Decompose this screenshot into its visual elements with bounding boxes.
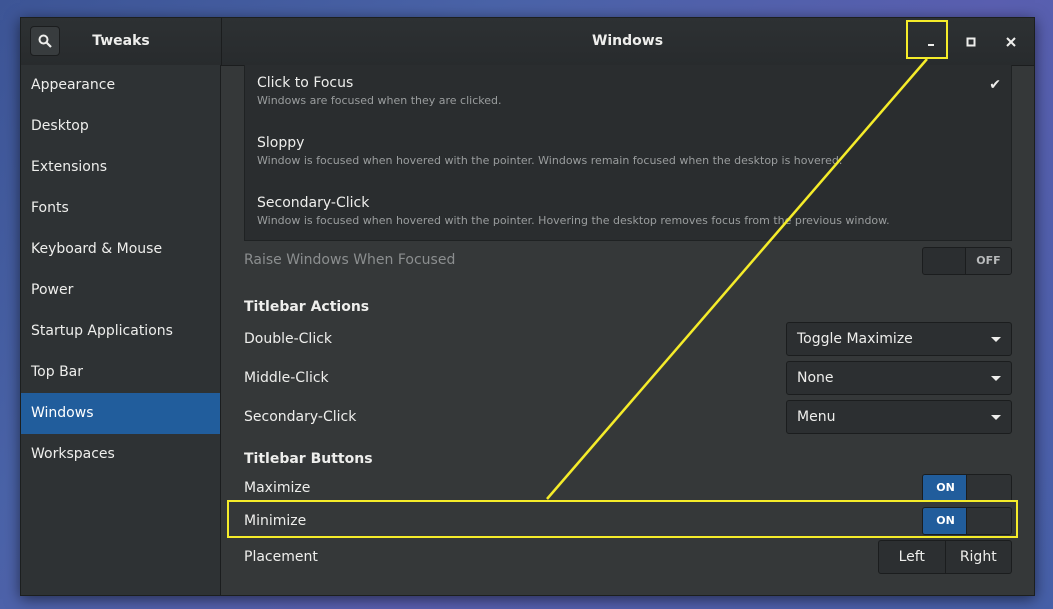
annotation-connector [546,58,928,500]
annotation-line [546,58,928,500]
